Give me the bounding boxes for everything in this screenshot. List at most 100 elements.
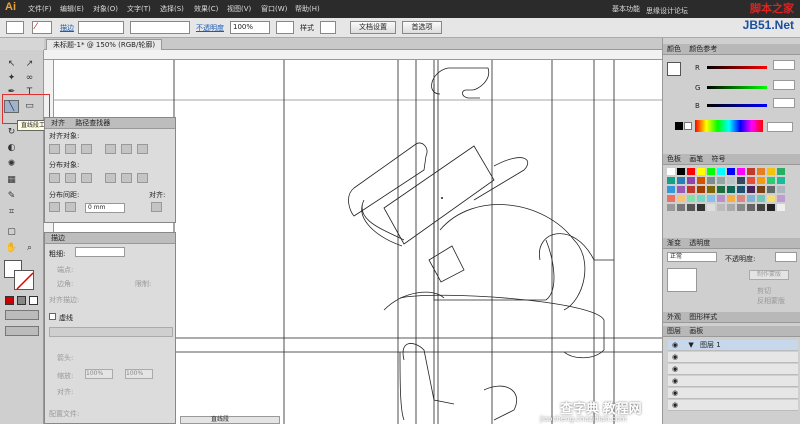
sublayer-row[interactable]: ◉ [668, 364, 798, 375]
pathfinder-tab[interactable]: 路径查找器 [75, 119, 110, 127]
swatch-chip[interactable] [727, 177, 735, 184]
swatch-chip[interactable] [747, 177, 755, 184]
swatch-chip[interactable] [677, 195, 685, 202]
align-right-icon[interactable] [81, 144, 92, 154]
hex-field[interactable] [767, 122, 793, 132]
align-hcenter-icon[interactable] [65, 144, 76, 154]
g-field[interactable] [773, 80, 795, 90]
dashed-checkbox[interactable] [49, 313, 56, 320]
swatch-chip[interactable] [727, 168, 735, 175]
gradient-mode-icon[interactable] [17, 296, 26, 305]
hand-tool-icon[interactable]: ✋ [4, 242, 19, 255]
swatch-chip[interactable] [687, 204, 695, 211]
warp-tool-icon[interactable]: ◐ [4, 142, 19, 155]
document-setup-button[interactable]: 文档设置 [350, 21, 396, 34]
swatch-chip[interactable] [727, 186, 735, 193]
white-chip[interactable] [684, 122, 692, 130]
swatch-chip[interactable] [767, 186, 775, 193]
swatch-chip[interactable] [767, 168, 775, 175]
artboard-tool-icon[interactable]: ▢ [4, 226, 19, 239]
layer-name[interactable]: 图层 1 [700, 341, 721, 349]
mesh-tool-icon[interactable]: ▦ [4, 174, 19, 187]
swatch-chip[interactable] [697, 186, 705, 193]
swatch-chip[interactable] [667, 195, 675, 202]
swatch-chip[interactable] [687, 195, 695, 202]
workspace-switcher[interactable]: 基本功能 [612, 4, 640, 14]
artboards-tab[interactable]: 画板 [689, 327, 703, 335]
swatch-chip[interactable] [717, 177, 725, 184]
swatch-chip[interactable] [687, 186, 695, 193]
none-mode-icon[interactable] [29, 296, 38, 305]
scale-end-field[interactable]: 100% [125, 369, 153, 379]
color-tab[interactable]: 颜色 [667, 45, 681, 53]
drawing-modes-icon[interactable] [5, 310, 39, 320]
color-spectrum[interactable] [695, 120, 763, 132]
align-top-icon[interactable] [105, 144, 116, 154]
align-to-dropdown[interactable] [151, 202, 162, 212]
selection-tool-icon[interactable]: ↖ [4, 58, 19, 71]
brushes-tab[interactable]: 画笔 [689, 155, 703, 163]
b-field[interactable] [773, 98, 795, 108]
magic-wand-tool-icon[interactable]: ✦ [4, 72, 19, 85]
menu-help[interactable]: 帮助(H) [295, 4, 320, 14]
swatch-chip[interactable] [757, 177, 765, 184]
swatch-chip[interactable] [777, 204, 785, 211]
align-tab[interactable]: 对齐 [51, 119, 65, 127]
swatch-chip[interactable] [667, 204, 675, 211]
swatch-chip[interactable] [707, 195, 715, 202]
symbols-tab[interactable]: 符号 [711, 155, 725, 163]
scale-start-field[interactable]: 100% [85, 369, 113, 379]
stroke-swatch[interactable]: ⁄ [32, 21, 52, 34]
menu-file[interactable]: 文件(F) [28, 4, 52, 14]
color-fill-box[interactable] [667, 62, 681, 76]
opacity-label[interactable]: 不透明度 [196, 23, 224, 33]
stroke-color-box[interactable] [14, 270, 34, 290]
swatch-chip[interactable] [717, 195, 725, 202]
transp-opacity-field[interactable] [775, 252, 797, 262]
swatch-chip[interactable] [697, 168, 705, 175]
swatch-chip[interactable] [767, 195, 775, 202]
color-guide-tab[interactable]: 颜色参考 [689, 45, 717, 53]
swatch-chip[interactable] [707, 186, 715, 193]
stroke-weight-field[interactable] [78, 21, 124, 34]
r-field[interactable] [773, 60, 795, 70]
stroke-tab[interactable]: 描边 [51, 234, 65, 242]
swatch-chip[interactable] [757, 204, 765, 211]
swatch-chip[interactable] [717, 204, 725, 211]
swatch-chip[interactable] [747, 195, 755, 202]
space-v-icon[interactable] [49, 202, 60, 212]
swatch-chip[interactable] [707, 204, 715, 211]
g-slider[interactable] [707, 86, 767, 89]
dist-right-icon[interactable] [137, 173, 148, 183]
eye-icon[interactable]: ◉ [672, 401, 678, 409]
brush-definition[interactable] [130, 21, 190, 34]
eye-icon[interactable]: ◉ [672, 377, 678, 385]
eye-icon[interactable]: ◉ [672, 389, 678, 397]
opacity-dropdown[interactable] [276, 21, 294, 34]
swatches-tab[interactable]: 色板 [667, 155, 681, 163]
swatch-chip[interactable] [667, 177, 675, 184]
menu-object[interactable]: 对象(O) [93, 4, 118, 14]
eye-icon[interactable]: ◉ [672, 365, 678, 373]
swatch-chip[interactable] [707, 177, 715, 184]
sublayer-row[interactable]: ◉ [668, 388, 798, 399]
swatch-chip[interactable] [757, 168, 765, 175]
swatch-chip[interactable] [737, 186, 745, 193]
expand-arrow-icon[interactable]: ▼ [688, 341, 693, 349]
fill-swatch[interactable] [6, 21, 24, 34]
swatch-chip[interactable] [737, 195, 745, 202]
eye-icon[interactable]: ◉ [672, 353, 678, 361]
b-slider[interactable] [707, 104, 767, 107]
swatch-chip[interactable] [697, 177, 705, 184]
transparency-tab[interactable]: 透明度 [689, 239, 710, 247]
menu-edit[interactable]: 编辑(E) [60, 4, 84, 14]
swatch-chip[interactable] [687, 168, 695, 175]
gradient-tab[interactable]: 渐变 [667, 239, 681, 247]
sublayer-row[interactable]: ◉ [668, 400, 798, 411]
swatch-chip[interactable] [697, 195, 705, 202]
swatch-chip[interactable] [747, 168, 755, 175]
horizontal-ruler[interactable] [44, 50, 662, 60]
make-mask-button[interactable]: 制作蒙版 [749, 270, 789, 280]
dash-fields[interactable] [49, 327, 173, 337]
swatch-chip[interactable] [677, 186, 685, 193]
